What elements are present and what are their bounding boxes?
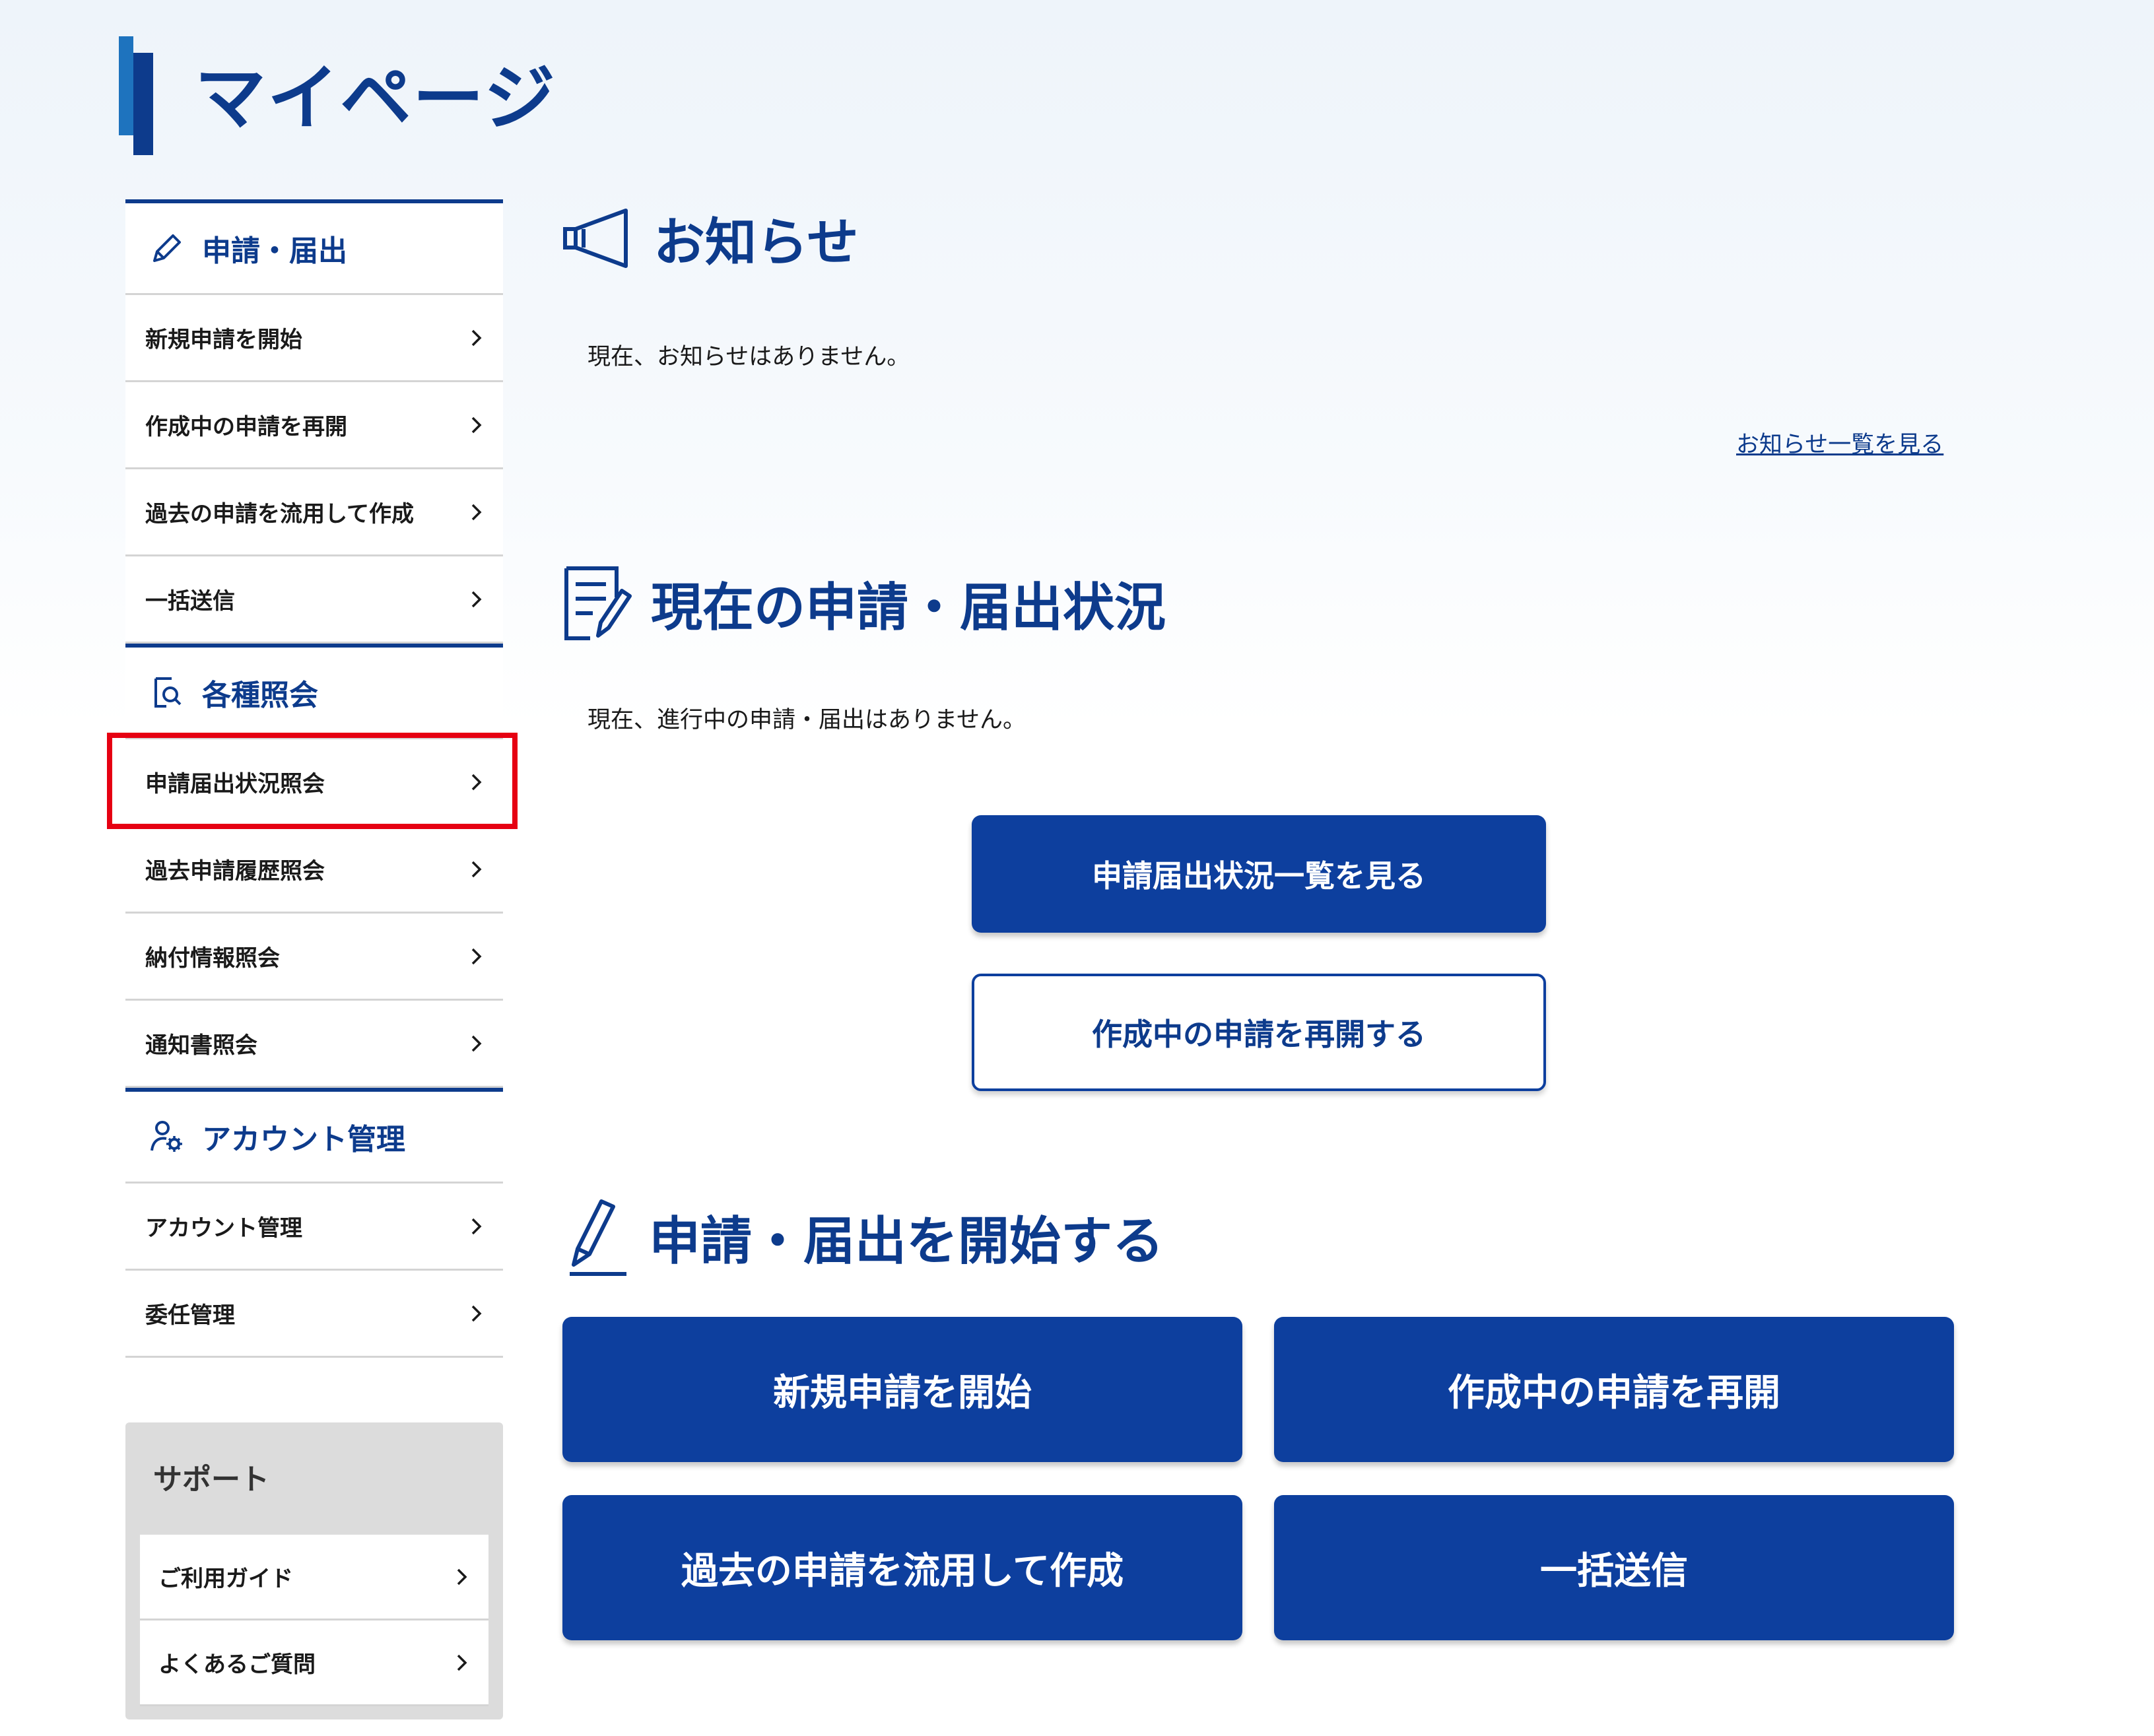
sidebar-item-label: 過去申請履歴照会: [145, 858, 325, 885]
sidebar-item-resume-draft[interactable]: 作成中の申請を再開: [125, 382, 503, 469]
sidebar-item-notifications[interactable]: 通知書照会: [125, 1001, 503, 1088]
sidebar-item-label: 委任管理: [145, 1302, 235, 1329]
chevron-right-icon: [471, 1305, 482, 1321]
status-heading: 現在の申請・届出状況: [561, 564, 1166, 642]
chevron-right-icon: [471, 861, 482, 877]
start-title: 申請・届出を開始する: [649, 1212, 1164, 1271]
sidebar-item-payment-info[interactable]: 納付情報照会: [125, 914, 503, 1001]
sidebar-section-applications: 申請・届出: [125, 199, 503, 295]
chevron-right-icon: [471, 1035, 482, 1052]
start-heading: 申請・届出を開始する: [564, 1195, 1164, 1279]
pen-icon: [570, 1199, 626, 1276]
support-title: サポート: [153, 1463, 269, 1496]
megaphone-icon: [563, 209, 628, 268]
title-accent-bar-light: [119, 36, 133, 135]
start-reuse-past-button[interactable]: 過去の申請を流用して作成: [562, 1495, 1242, 1640]
notices-heading: お知らせ: [561, 201, 858, 275]
notices-empty-text: 現在、お知らせはありません。: [588, 344, 910, 370]
chevron-right-icon: [471, 417, 482, 433]
pencil-icon: [153, 234, 181, 262]
support-panel: サポート ご利用ガイド よくあるご質問: [125, 1422, 503, 1719]
chevron-right-icon: [457, 1568, 467, 1585]
start-bulk-send-button[interactable]: 一括送信: [1274, 1495, 1954, 1640]
page-title: マイページ: [195, 57, 556, 140]
chevron-right-icon: [471, 329, 482, 346]
chevron-right-icon: [457, 1654, 467, 1671]
status-empty-text: 現在、進行中の申請・届出はありません。: [588, 707, 1026, 733]
support-item-label: よくあるご質問: [158, 1652, 316, 1678]
sidebar-section-inquiries: 各種照会: [125, 644, 503, 739]
support-item-faq[interactable]: よくあるご質問: [140, 1620, 488, 1706]
notices-title: お知らせ: [654, 213, 859, 273]
sidebar-item-application-history[interactable]: 過去申請履歴照会: [125, 826, 503, 914]
sidebar-section-heading: アカウント管理: [202, 1123, 405, 1156]
sidebar-item-label: 過去の申請を流用して作成: [145, 501, 414, 527]
highlight-frame: [107, 733, 518, 829]
chevron-right-icon: [471, 948, 482, 964]
status-title: 現在の申請・届出状況: [651, 578, 1166, 638]
document-search-icon: [154, 677, 182, 708]
sidebar-item-label: 一括送信: [145, 588, 235, 615]
sidebar-item-label: 新規申請を開始: [145, 327, 302, 353]
support-item-label: ご利用ガイド: [158, 1566, 293, 1592]
sidebar-item-label: 通知書照会: [145, 1032, 257, 1059]
chevron-right-icon: [471, 504, 482, 520]
support-item-guide[interactable]: ご利用ガイド: [140, 1535, 488, 1620]
chevron-right-icon: [471, 1218, 482, 1234]
sidebar-section-heading: 申請・届出: [202, 234, 347, 268]
title-accent-bar-dark: [133, 53, 153, 155]
resume-draft-button[interactable]: 作成中の申請を再開する: [972, 974, 1546, 1091]
user-gear-icon: [151, 1121, 182, 1152]
notices-list-link[interactable]: お知らせ一覧を見る: [1736, 426, 1943, 459]
sidebar-item-label: 納付情報照会: [145, 945, 280, 972]
support-list: ご利用ガイド よくあるご質問: [140, 1535, 488, 1706]
sidebar-item-reuse-past[interactable]: 過去の申請を流用して作成: [125, 469, 503, 556]
sidebar-section-account: アカウント管理: [125, 1088, 503, 1184]
checklist-icon: [564, 566, 632, 640]
view-status-list-button[interactable]: 申請届出状況一覧を見る: [972, 815, 1546, 933]
start-resume-draft-button[interactable]: 作成中の申請を再開: [1274, 1317, 1954, 1462]
sidebar-item-label: アカウント管理: [145, 1215, 302, 1242]
sidebar-section-heading: 各種照会: [202, 679, 318, 712]
sidebar-item-label: 作成中の申請を再開: [145, 414, 347, 440]
sidebar-item-delegation[interactable]: 委任管理: [125, 1271, 503, 1358]
sidebar-item-account-management[interactable]: アカウント管理: [125, 1184, 503, 1271]
chevron-right-icon: [471, 591, 482, 607]
sidebar-item-new-application[interactable]: 新規申請を開始: [125, 295, 503, 382]
sidebar-item-bulk-send[interactable]: 一括送信: [125, 556, 503, 644]
start-new-application-button[interactable]: 新規申請を開始: [562, 1317, 1242, 1462]
